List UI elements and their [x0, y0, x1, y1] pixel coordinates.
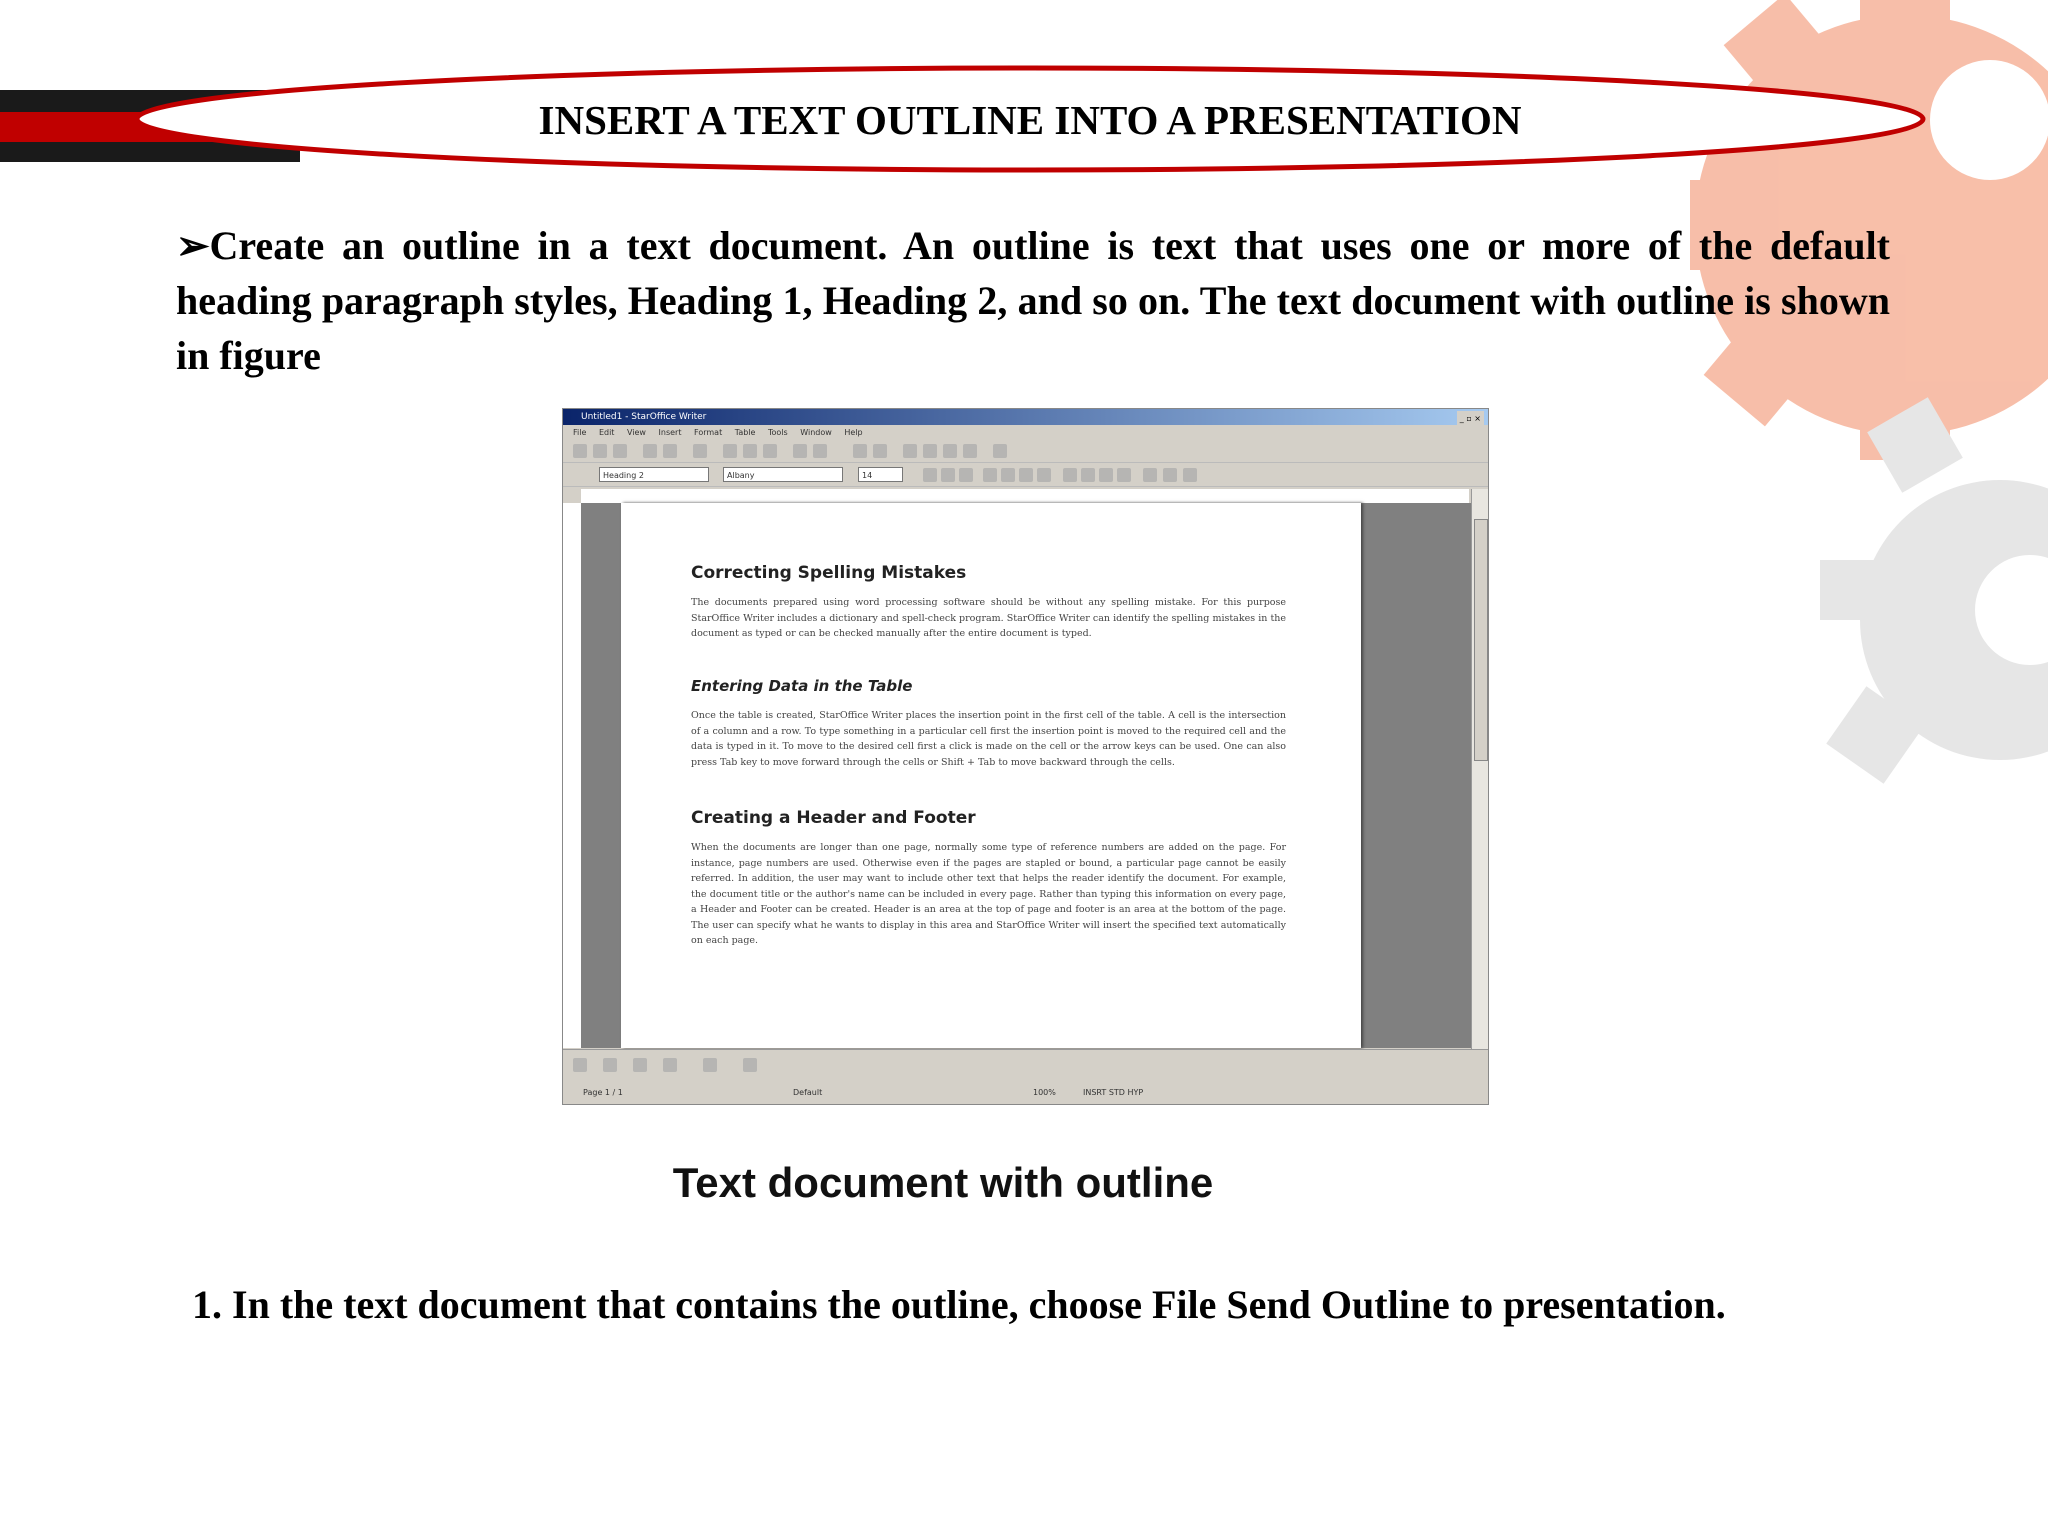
menu-insert[interactable]: Insert: [659, 428, 682, 437]
intro-text: Create an outline in a text document. An…: [176, 223, 1890, 378]
find-icon[interactable]: [903, 444, 917, 458]
help-icon[interactable]: [993, 444, 1007, 458]
doc-heading-2: Entering Data in the Table: [691, 677, 913, 695]
bullets-icon[interactable]: [1081, 468, 1095, 482]
figure-caption: Text document with outline: [672, 1159, 1214, 1206]
draw-text-icon[interactable]: [663, 1058, 677, 1072]
paste-icon[interactable]: [763, 444, 777, 458]
slide-title: INSERT A TEXT OUTLINE INTO A PRESENTATIO…: [538, 97, 1522, 143]
navigator-icon[interactable]: [923, 444, 937, 458]
status-page: Page 1 / 1: [583, 1088, 623, 1097]
doc-heading-3: Creating a Header and Footer: [691, 808, 976, 828]
status-bar: Page 1 / 1 Default 100% INSRT STD HYP: [563, 1083, 1488, 1103]
print-icon[interactable]: [643, 444, 657, 458]
intro-paragraph: ➢Create an outline in a text document. A…: [176, 218, 1890, 383]
preview-icon[interactable]: [663, 444, 677, 458]
table-icon[interactable]: [873, 444, 887, 458]
draw-fontwork-icon[interactable]: [743, 1058, 757, 1072]
justify-icon[interactable]: [1037, 468, 1051, 482]
highlight-icon[interactable]: [1163, 468, 1177, 482]
numbering-icon[interactable]: [1063, 468, 1077, 482]
draw-arrow-icon[interactable]: [703, 1058, 717, 1072]
vertical-ruler: [563, 503, 582, 1048]
figure-screenshot: Untitled1 - StarOffice Writer _ ▫ × File…: [562, 408, 1489, 1105]
align-right-icon[interactable]: [1019, 468, 1033, 482]
bullet-arrow-icon: ➢: [176, 223, 210, 268]
horizontal-ruler: [581, 489, 1469, 504]
font-name-select[interactable]: Albany: [723, 467, 843, 482]
menu-view[interactable]: View: [627, 428, 646, 437]
menu-tools[interactable]: Tools: [768, 428, 788, 437]
paragraph-style-select[interactable]: Heading 2: [599, 467, 709, 482]
doc-paragraph-1: The documents prepared using word proces…: [691, 597, 1286, 639]
menu-window[interactable]: Window: [800, 428, 832, 437]
open-icon[interactable]: [593, 444, 607, 458]
doc-paragraph-3: When the documents are longer than one p…: [691, 842, 1286, 946]
draw-line-icon[interactable]: [603, 1058, 617, 1072]
save-icon[interactable]: [613, 444, 627, 458]
doc-paragraph-2: Once the table is created, StarOffice Wr…: [691, 710, 1286, 768]
outdent-icon[interactable]: [1117, 468, 1131, 482]
italic-icon[interactable]: [941, 468, 955, 482]
spellcheck-icon[interactable]: [693, 444, 707, 458]
window-title-bar: Untitled1 - StarOffice Writer _ ▫ ×: [563, 409, 1488, 427]
indent-icon[interactable]: [1099, 468, 1113, 482]
background-color-icon[interactable]: [1183, 468, 1197, 482]
menu-edit[interactable]: Edit: [599, 428, 615, 437]
bold-icon[interactable]: [923, 468, 937, 482]
scrollbar-thumb[interactable]: [1474, 519, 1488, 761]
step-1-text: 1. In the text document that contains th…: [192, 1282, 1726, 1327]
status-zoom: 100%: [1033, 1088, 1056, 1097]
font-color-icon[interactable]: [1143, 468, 1157, 482]
zoom-icon[interactable]: [963, 444, 977, 458]
doc-heading-1: Correcting Spelling Mistakes: [691, 563, 967, 583]
formatting-toolbar: Heading 2 Albany 14: [563, 464, 1488, 487]
copy-icon[interactable]: [743, 444, 757, 458]
menu-file[interactable]: File: [573, 428, 586, 437]
underline-icon[interactable]: [959, 468, 973, 482]
vertical-scrollbar[interactable]: [1471, 489, 1488, 1049]
draw-shape-icon[interactable]: [633, 1058, 647, 1072]
document-canvas: Correcting Spelling Mistakes The documen…: [581, 503, 1471, 1048]
menu-bar: File Edit View Insert Format Table Tools…: [563, 425, 1488, 440]
status-mode: INSRT STD HYP: [1083, 1088, 1144, 1097]
cut-icon[interactable]: [723, 444, 737, 458]
hyperlink-icon[interactable]: [853, 444, 867, 458]
align-left-icon[interactable]: [983, 468, 997, 482]
font-size-select[interactable]: 14: [858, 467, 903, 482]
salmon-gear-hole: [1930, 60, 2048, 180]
new-icon[interactable]: [573, 444, 587, 458]
window-title: Untitled1 - StarOffice Writer: [581, 412, 707, 422]
menu-help[interactable]: Help: [844, 428, 862, 437]
document-page[interactable]: Correcting Spelling Mistakes The documen…: [621, 503, 1361, 1048]
menu-table[interactable]: Table: [735, 428, 756, 437]
drawing-toolbar: [563, 1049, 1488, 1080]
standard-toolbar: [563, 440, 1488, 463]
gallery-icon[interactable]: [943, 444, 957, 458]
undo-icon[interactable]: [793, 444, 807, 458]
status-style: Default: [793, 1088, 823, 1097]
menu-format[interactable]: Format: [694, 428, 722, 437]
redo-icon[interactable]: [813, 444, 827, 458]
draw-select-icon[interactable]: [573, 1058, 587, 1072]
align-center-icon[interactable]: [1001, 468, 1015, 482]
